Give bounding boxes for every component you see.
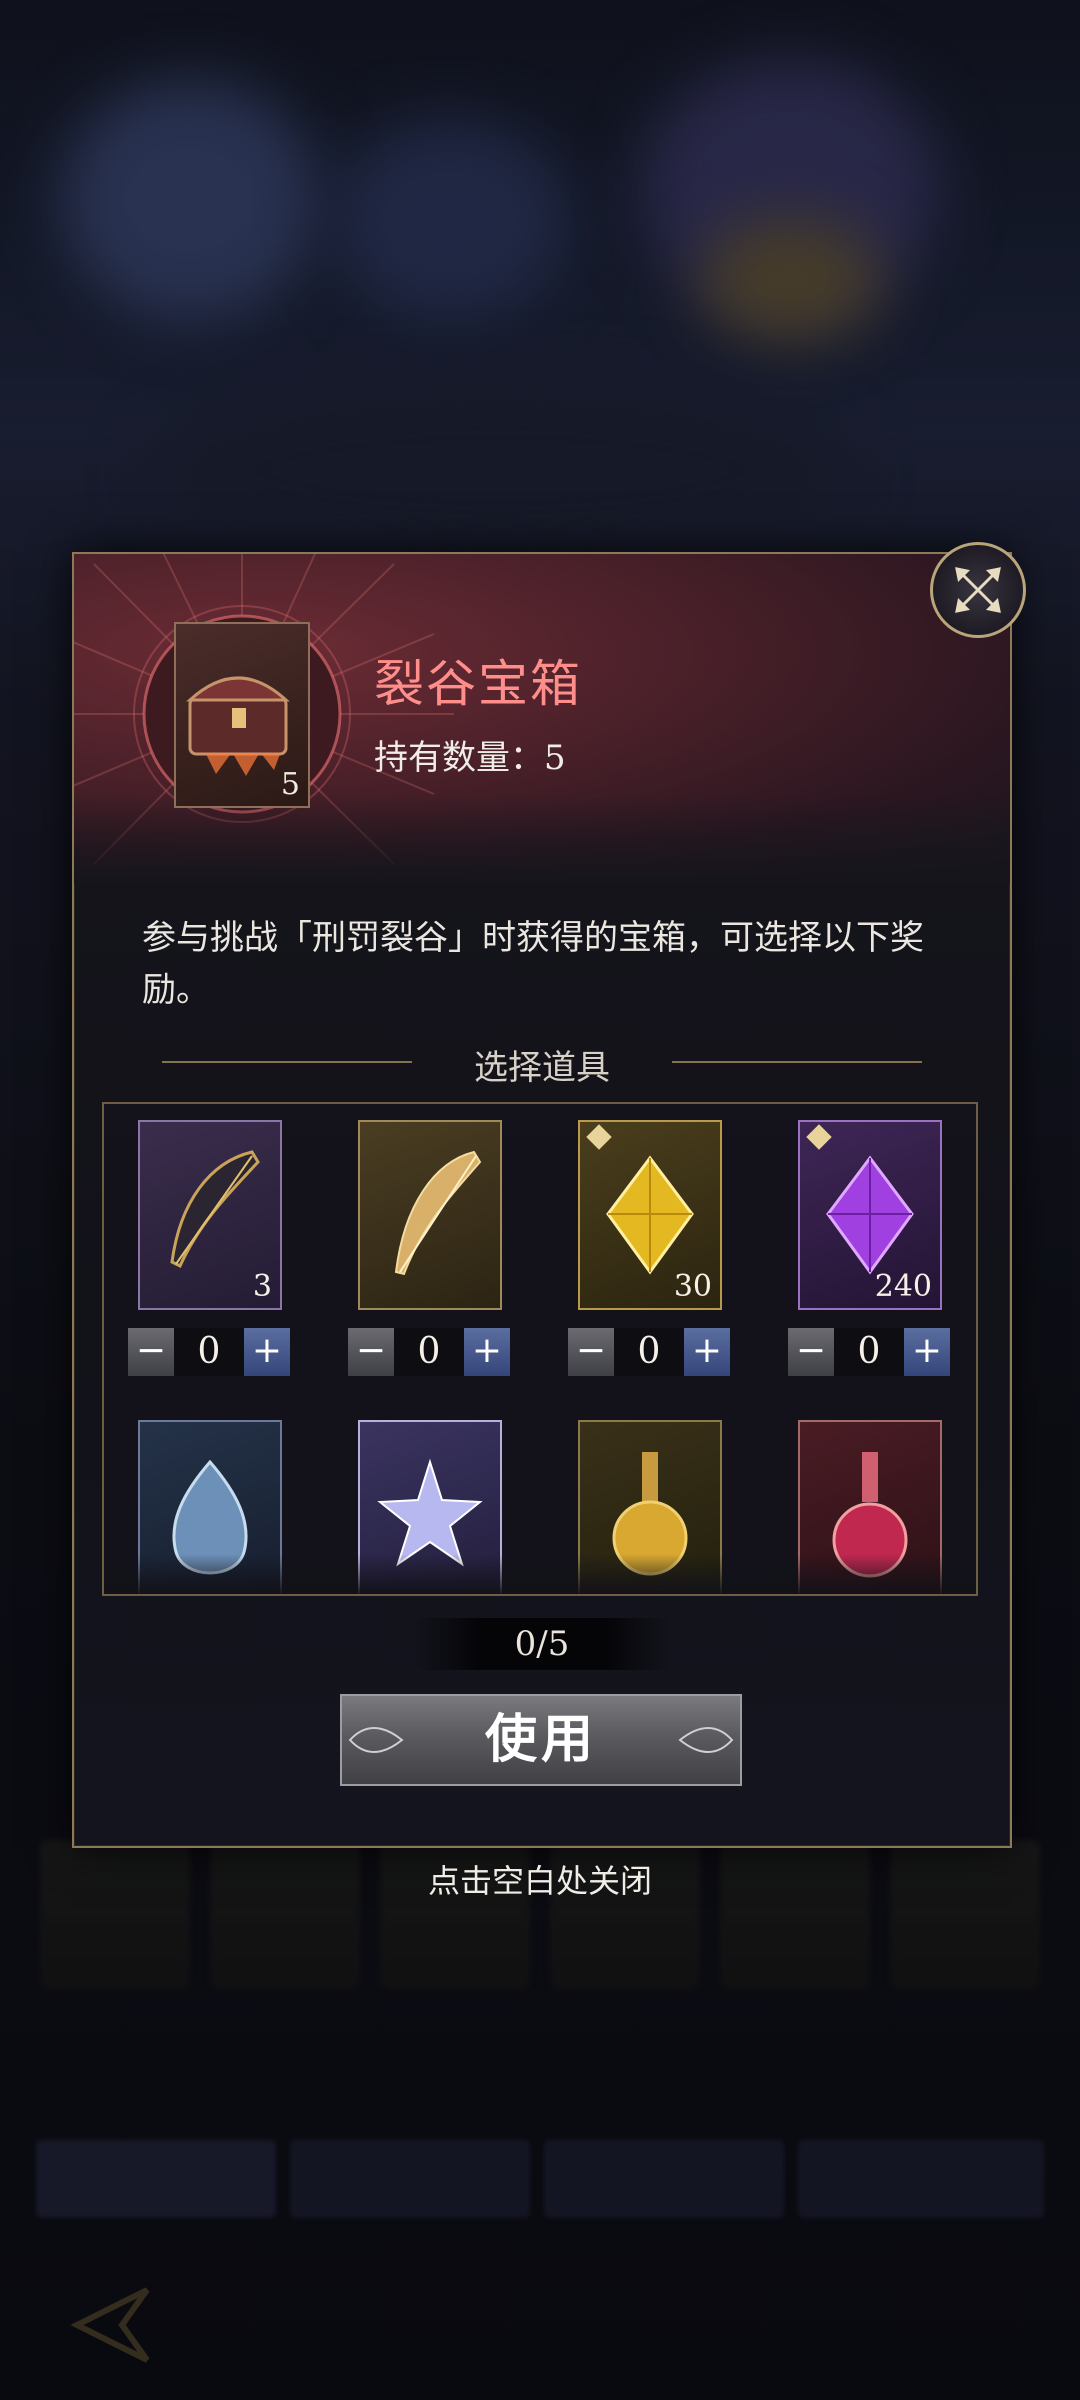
decrease-button[interactable]: −: [568, 1328, 614, 1376]
decrease-button[interactable]: −: [128, 1328, 174, 1376]
owned-quantity: 持有数量：5: [374, 738, 566, 778]
use-button-label: 使用: [484, 1709, 597, 1770]
section-title: 选择道具: [474, 1048, 610, 1088]
quantity-stepper: − 0 +: [348, 1328, 510, 1376]
section-header: 选择道具: [162, 1042, 922, 1088]
chest-count: 5: [280, 767, 300, 802]
selected-quantity: 0: [174, 1328, 244, 1376]
item-quantity: 240: [874, 1269, 932, 1304]
selected-quantity: 0: [394, 1328, 464, 1376]
item-description: 参与挑战「刑罚裂谷」时获得的宝箱，可选择以下奖励。: [142, 918, 924, 1010]
item-card-gold-crystal[interactable]: 30: [578, 1120, 722, 1310]
chest-item-icon: 5: [174, 622, 310, 808]
item-selection-grid: 3 30 240 − 0 + − 0 + − 0 + − 0 +: [102, 1102, 978, 1596]
quantity-stepper: − 0 +: [788, 1328, 950, 1376]
close-icon[interactable]: [933, 545, 1023, 635]
close-hint[interactable]: 点击空白处关闭: [0, 1856, 1080, 1902]
item-card-purple-crystal[interactable]: 240: [798, 1120, 942, 1310]
increase-button[interactable]: +: [904, 1328, 950, 1376]
item-quantity: 30: [673, 1269, 712, 1304]
close-button[interactable]: [930, 542, 1026, 638]
selected-quantity: 0: [834, 1328, 904, 1376]
increase-button[interactable]: +: [684, 1328, 730, 1376]
use-button[interactable]: 使用: [340, 1694, 742, 1786]
increase-button[interactable]: +: [244, 1328, 290, 1376]
quantity-stepper: − 0 +: [128, 1328, 290, 1376]
chest-dialog: 5 裂谷宝箱 持有数量：5 参与挑战「刑罚裂谷」时获得的宝箱，可选择以下奖励。 …: [72, 542, 1026, 1848]
selection-counter: 0/5: [414, 1618, 670, 1670]
golden-feather-icon: [394, 1150, 482, 1276]
item-title: 裂谷宝箱: [374, 655, 582, 713]
decrease-button[interactable]: −: [348, 1328, 394, 1376]
item-card-dark-feather[interactable]: 3: [138, 1120, 282, 1310]
decrease-button[interactable]: −: [788, 1328, 834, 1376]
item-quantity: 3: [252, 1269, 272, 1304]
item-card-golden-feather[interactable]: [358, 1120, 502, 1310]
quantity-stepper: − 0 +: [568, 1328, 730, 1376]
increase-button[interactable]: +: [464, 1328, 510, 1376]
selected-quantity: 0: [614, 1328, 684, 1376]
